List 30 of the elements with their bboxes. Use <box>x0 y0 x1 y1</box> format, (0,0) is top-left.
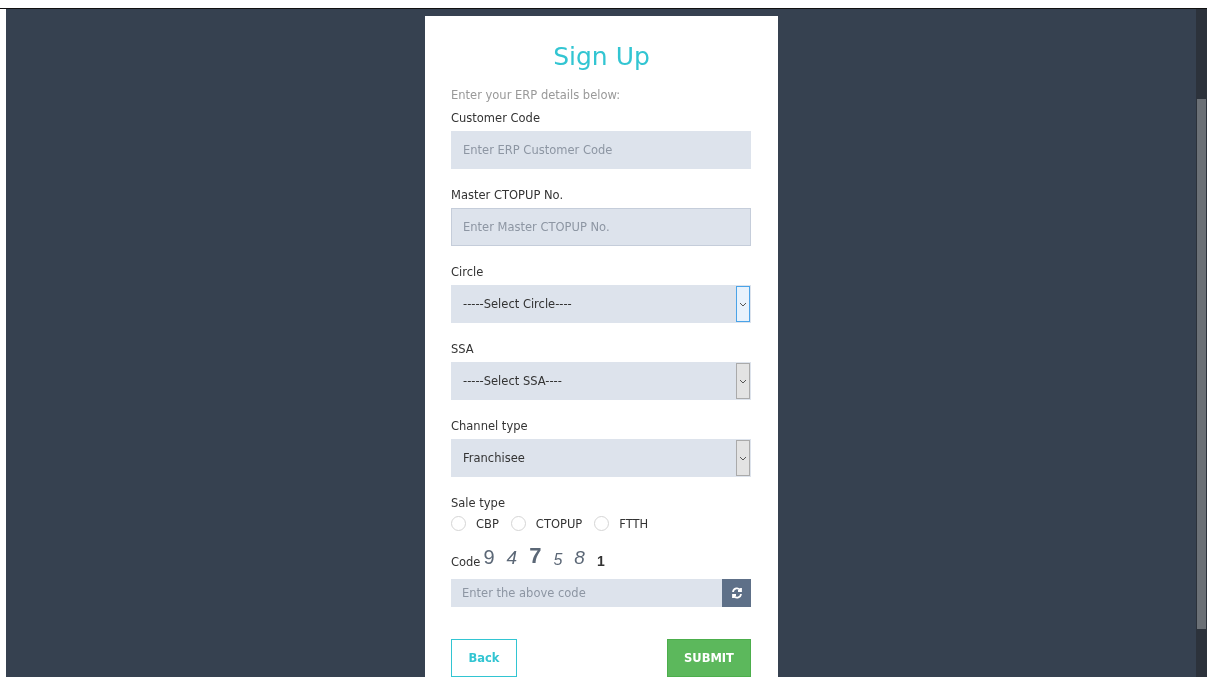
radio-label[interactable]: CBP <box>476 516 499 531</box>
caret-icon[interactable] <box>736 440 750 476</box>
radio-label[interactable]: FTTH <box>619 516 649 531</box>
select-field[interactable]: -----Select Circle---- <box>451 285 751 323</box>
select-field[interactable]: Franchisee <box>451 439 751 477</box>
field-label: Circle <box>451 265 485 279</box>
input-field[interactable]: Enter Master CTOPUP No. <box>451 208 751 246</box>
captcha-digit: 1 <box>596 553 605 569</box>
captcha-label: Code <box>451 555 481 569</box>
field-label: Master CTOPUP No. <box>451 188 565 202</box>
captcha-digit: 4 <box>506 547 518 569</box>
page-title: Sign Up <box>552 42 651 72</box>
captcha-digit: 9 <box>483 546 495 569</box>
scrollbar[interactable] <box>1196 9 1207 677</box>
captcha-digit: 5 <box>553 551 563 569</box>
field-label: Channel type <box>451 419 529 433</box>
field-label: Customer Code <box>451 111 541 125</box>
captcha-digit: 7 <box>529 543 542 569</box>
form-subtitle: Enter your ERP details below: <box>451 88 622 102</box>
captcha-digit: 8 <box>574 547 585 569</box>
refresh-button[interactable] <box>722 579 751 607</box>
refresh-icon <box>730 587 743 599</box>
caret-icon[interactable] <box>736 363 750 399</box>
input-field[interactable]: Enter ERP Customer Code <box>451 131 751 169</box>
field-label: SSA <box>451 342 475 356</box>
caret-icon[interactable] <box>736 286 750 322</box>
field-label: Sale type <box>451 496 506 510</box>
radio-label[interactable]: CTOPUP <box>535 516 583 531</box>
captcha-input[interactable]: Enter the above code <box>451 579 722 607</box>
select-field[interactable]: -----Select SSA---- <box>451 362 751 400</box>
